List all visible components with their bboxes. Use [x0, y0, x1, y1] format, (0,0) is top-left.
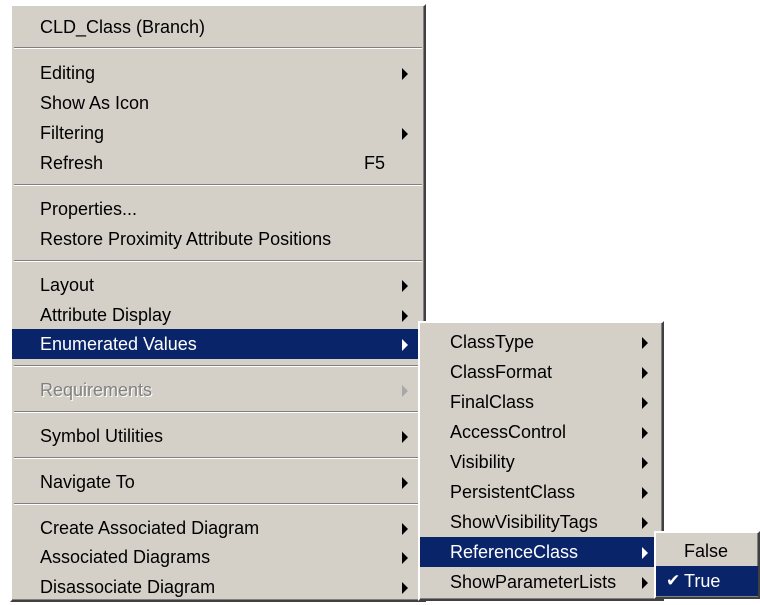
- submenu-arrow-icon: [402, 385, 408, 397]
- submenu-item-class-format[interactable]: ClassFormat: [420, 357, 662, 387]
- menu-separator: [14, 365, 422, 367]
- menu-item-editing[interactable]: Editing: [12, 58, 424, 88]
- submenu-item-label: PersistentClass: [450, 482, 576, 502]
- submenu-item-label: ClassType: [450, 332, 535, 352]
- submenu-arrow-icon: [642, 337, 648, 349]
- reference-class-submenu: False ✔ True: [654, 531, 760, 599]
- submenu-arrow-icon: [402, 523, 408, 535]
- submenu-arrow-icon: [402, 339, 408, 351]
- menu-item-label: Filtering: [40, 123, 105, 143]
- menu-item-navigate-to[interactable]: Navigate To: [12, 467, 424, 497]
- menu-item-show-as-icon[interactable]: Show As Icon: [12, 88, 424, 118]
- menu-separator: [14, 47, 422, 49]
- submenu-arrow-icon: [402, 552, 408, 564]
- menu-item-label: Navigate To: [40, 472, 135, 492]
- menu-item-symbol-utilities[interactable]: Symbol Utilities: [12, 421, 424, 451]
- submenu-arrow-icon: [402, 280, 408, 292]
- menu-item-layout[interactable]: Layout: [12, 270, 424, 300]
- menu-item-label: Show As Icon: [40, 93, 150, 113]
- menu-separator: [14, 260, 422, 262]
- submenu-arrow-icon: [642, 367, 648, 379]
- submenu-item-show-visibility-tags[interactable]: ShowVisibilityTags: [420, 507, 662, 537]
- submenu-item-label: FinalClass: [450, 392, 535, 412]
- menu-item-label: Symbol Utilities: [40, 426, 164, 446]
- submenu-item-class-type[interactable]: ClassType: [420, 327, 662, 357]
- submenu-item-visibility[interactable]: Visibility: [420, 447, 662, 477]
- menu-item-requirements: Requirements: [12, 375, 424, 405]
- submenu-item-label: ShowParameterLists: [450, 572, 617, 592]
- menu-item-restore-positions[interactable]: Restore Proximity Attribute Positions: [12, 224, 424, 254]
- menu-item-label: Disassociate Diagram: [40, 577, 216, 597]
- menu-item-label: Associated Diagrams: [40, 547, 211, 567]
- menu-separator: [14, 457, 422, 459]
- menu-item-enumerated-values[interactable]: Enumerated Values: [12, 329, 424, 359]
- submenu-item-label: ReferenceClass: [450, 542, 579, 562]
- menu-item-label: Refresh: [40, 153, 104, 173]
- menu-item-label: Properties...: [40, 199, 138, 219]
- menu-item-filtering[interactable]: Filtering: [12, 118, 424, 148]
- submenu-item-reference-class[interactable]: ReferenceClass: [420, 537, 662, 567]
- menu-separator: [14, 411, 422, 413]
- submenu-arrow-icon: [642, 517, 648, 529]
- menu-item-label: Layout: [40, 275, 95, 295]
- menu-item-label: Editing: [40, 63, 96, 83]
- menu-item-label: Attribute Display: [40, 305, 172, 325]
- submenu-arrow-icon: [402, 431, 408, 443]
- submenu-item-label: Visibility: [450, 452, 515, 472]
- submenu-arrow-icon: [402, 68, 408, 80]
- menu-title-item[interactable]: CLD_Class (Branch): [12, 12, 424, 42]
- option-true[interactable]: ✔ True: [656, 566, 758, 596]
- menu-item-attribute-display[interactable]: Attribute Display: [12, 300, 424, 330]
- submenu-item-show-parameter-lists[interactable]: ShowParameterLists: [420, 567, 662, 597]
- submenu-arrow-icon: [642, 577, 648, 589]
- menu-separator: [14, 503, 422, 505]
- submenu-item-label: ShowVisibilityTags: [450, 512, 598, 532]
- submenu-arrow-icon: [642, 427, 648, 439]
- menu-separator: [14, 184, 422, 186]
- option-false[interactable]: False: [656, 536, 758, 566]
- submenu-item-persistent-class[interactable]: PersistentClass: [420, 477, 662, 507]
- menu-item-disassociate-diagram[interactable]: Disassociate Diagram: [12, 572, 424, 602]
- submenu-arrow-icon: [402, 128, 408, 140]
- submenu-arrow-icon: [642, 457, 648, 469]
- submenu-arrow-icon: [642, 487, 648, 499]
- submenu-item-label: ClassFormat: [450, 362, 553, 382]
- menu-item-properties[interactable]: Properties...: [12, 194, 424, 224]
- menu-title-label: CLD_Class (Branch): [40, 17, 206, 37]
- menu-item-label: Enumerated Values: [40, 334, 197, 354]
- submenu-arrow-icon: [642, 397, 648, 409]
- menu-item-associated-diagrams[interactable]: Associated Diagrams: [12, 542, 424, 572]
- submenu-arrow-icon: [402, 477, 408, 489]
- menu-item-label: Requirements: [40, 380, 153, 400]
- submenu-arrow-icon: [402, 310, 408, 322]
- submenu-arrow-icon: [402, 582, 408, 594]
- option-label: True: [684, 571, 721, 591]
- menu-item-label: Restore Proximity Attribute Positions: [40, 229, 332, 249]
- shortcut-label: F5: [364, 153, 386, 173]
- context-menu: CLD_Class (Branch) Editing Show As Icon …: [10, 4, 426, 602]
- submenu-item-final-class[interactable]: FinalClass: [420, 387, 662, 417]
- option-label: False: [684, 541, 729, 561]
- submenu-arrow-icon: [642, 547, 648, 559]
- submenu-item-label: AccessControl: [450, 422, 567, 442]
- checkmark-icon: ✔: [666, 571, 681, 590]
- menu-item-refresh[interactable]: Refresh F5: [12, 148, 424, 178]
- menu-item-label: Create Associated Diagram: [40, 518, 260, 538]
- menu-item-create-associated-diagram[interactable]: Create Associated Diagram: [12, 513, 424, 543]
- enumerated-values-submenu: ClassType ClassFormat FinalClass AccessC…: [418, 321, 664, 601]
- submenu-item-access-control[interactable]: AccessControl: [420, 417, 662, 447]
